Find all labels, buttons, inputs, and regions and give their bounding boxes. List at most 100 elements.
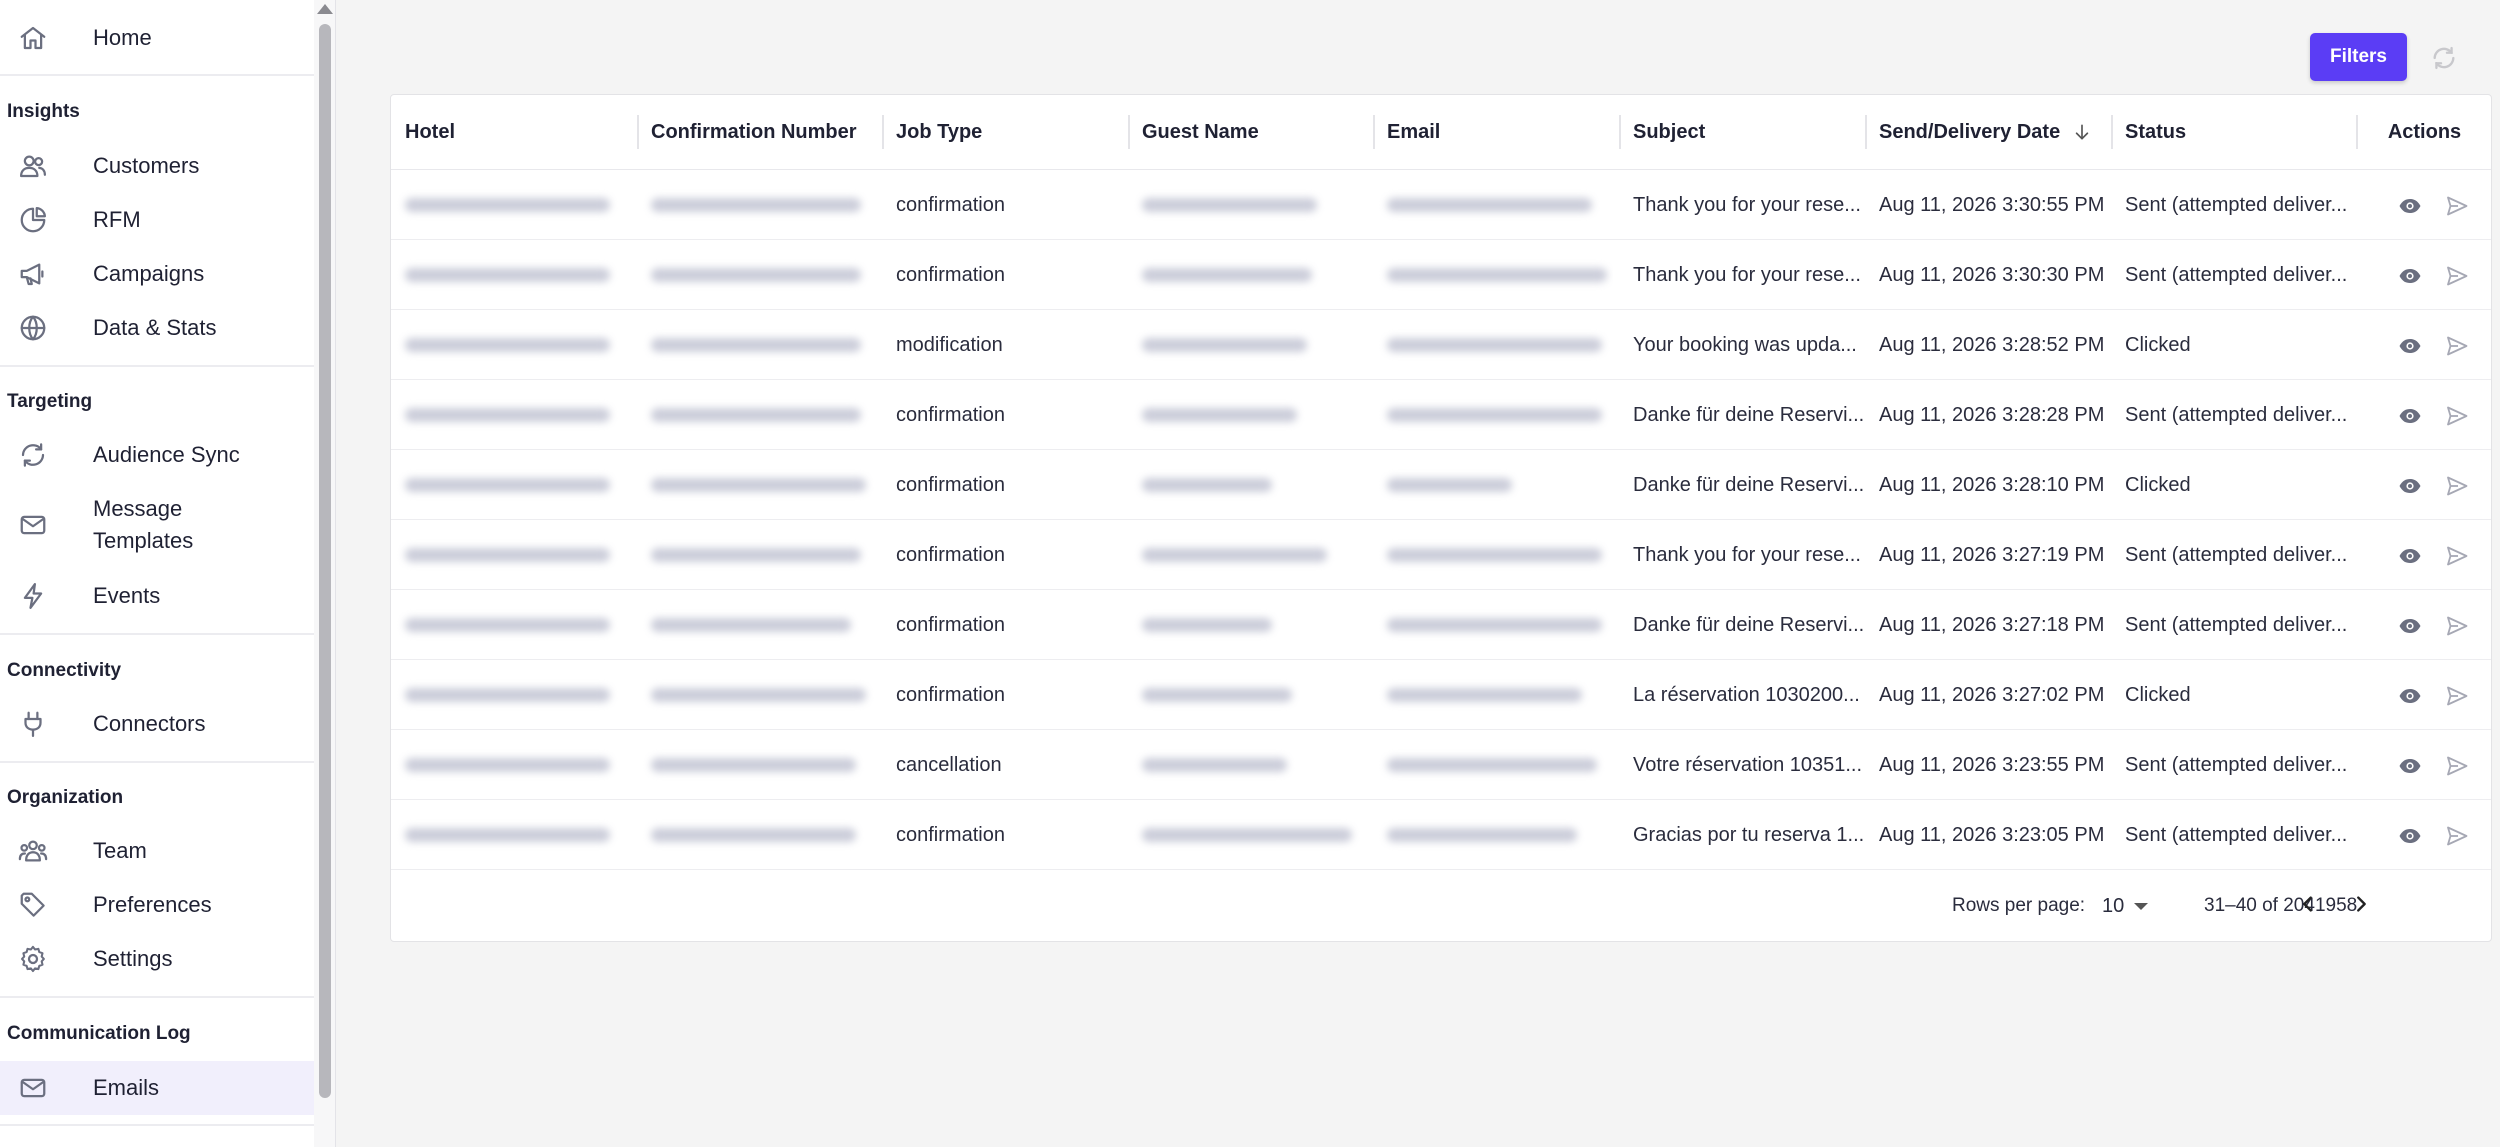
lightning-icon <box>16 579 50 613</box>
view-email-button[interactable] <box>2397 613 2423 639</box>
view-email-button[interactable] <box>2397 473 2423 499</box>
refresh-icon <box>2433 46 2455 70</box>
table-row[interactable]: confirmation Danke für deine Reservi... Au… <box>391 380 2491 450</box>
eye-icon <box>2399 689 2421 703</box>
cell-job-type: confirmation <box>882 170 1128 240</box>
cell-hotel <box>391 590 631 660</box>
redacted-text <box>1142 338 1307 352</box>
sidebar-item-audience-sync[interactable]: Audience Sync <box>0 428 314 482</box>
resend-email-button[interactable] <box>2444 263 2470 289</box>
cell-confirmation-number <box>637 380 877 450</box>
column-header-confirmation-number[interactable]: Confirmation Number <box>637 95 882 169</box>
caret-down-icon <box>2134 902 2149 910</box>
column-header-hotel[interactable]: Hotel <box>391 95 637 169</box>
eye-icon <box>2399 269 2421 283</box>
table-row[interactable]: confirmation Thank you for your rese... Au… <box>391 170 2491 240</box>
send-icon <box>2447 336 2468 356</box>
sidebar-item-settings[interactable]: Settings <box>0 932 314 986</box>
sidebar-item-label: Campaigns <box>93 261 205 286</box>
send-icon <box>2447 546 2468 566</box>
sidebar-item-preferences[interactable]: Preferences <box>0 878 314 932</box>
column-header-status[interactable]: Status <box>2111 95 2356 169</box>
cell-status: Sent (attempted deliver... <box>2111 170 2356 240</box>
resend-email-button[interactable] <box>2444 333 2470 359</box>
view-email-button[interactable] <box>2397 543 2423 569</box>
view-email-button[interactable] <box>2397 193 2423 219</box>
table-row[interactable]: confirmation Danke für deine Reservi... Au… <box>391 450 2491 520</box>
sidebar-item-label: Settings <box>93 946 173 971</box>
table-row[interactable]: confirmation Thank you for your rese... Au… <box>391 520 2491 590</box>
filters-button[interactable]: Filters <box>2310 33 2407 81</box>
cell-confirmation-number <box>637 310 877 380</box>
previous-page-button[interactable] <box>2291 887 2325 921</box>
column-header-email[interactable]: Email <box>1373 95 1619 169</box>
column-header-subject[interactable]: Subject <box>1619 95 1865 169</box>
redacted-text <box>651 618 851 632</box>
view-email-button[interactable] <box>2397 333 2423 359</box>
redacted-text <box>405 478 610 492</box>
cell-guest-name <box>1128 800 1368 870</box>
users-icon <box>16 149 50 183</box>
cell-send-delivery-date: Aug 11, 2026 3:27:02 PM <box>1865 660 2111 730</box>
next-page-button[interactable] <box>2344 887 2378 921</box>
resend-email-button[interactable] <box>2444 473 2470 499</box>
resend-email-button[interactable] <box>2444 823 2470 849</box>
resend-email-button[interactable] <box>2444 753 2470 779</box>
table-row[interactable]: modification Your booking was upda... Aug … <box>391 310 2491 380</box>
resend-email-button[interactable] <box>2444 403 2470 429</box>
column-header-guest-name[interactable]: Guest Name <box>1128 95 1373 169</box>
sidebar-item-customers[interactable]: Customers <box>0 139 314 193</box>
send-icon <box>2447 686 2468 706</box>
resend-email-button[interactable] <box>2444 613 2470 639</box>
cell-subject-text: Thank you for your rese... <box>1633 263 1861 286</box>
sidebar-item-campaigns[interactable]: Campaigns <box>0 247 314 301</box>
rows-per-page-select[interactable]: 10 <box>2102 888 2154 924</box>
cell-job-type-text: confirmation <box>896 193 1005 216</box>
sidebar-item-home[interactable]: Home <box>0 11 314 65</box>
sidebar-item-team[interactable]: Team <box>0 824 314 878</box>
chevron-left-icon <box>2303 896 2312 912</box>
table-row[interactable]: cancellation Votre réservation 10351... Au… <box>391 730 2491 800</box>
redacted-text <box>1387 688 1582 702</box>
resend-email-button[interactable] <box>2444 543 2470 569</box>
redacted-text <box>651 408 861 422</box>
cell-job-type-text: confirmation <box>896 263 1005 286</box>
eye-icon <box>2399 199 2421 213</box>
column-header-send-delivery-date[interactable]: Send/Delivery Date <box>1865 95 2111 169</box>
cell-status-text: Sent (attempted deliver... <box>2125 263 2348 286</box>
sidebar-item-emails[interactable]: Emails <box>0 1061 314 1115</box>
cell-send-delivery-date-text: Aug 11, 2026 3:30:30 PM <box>1879 263 2105 286</box>
cell-job-type: confirmation <box>882 240 1128 310</box>
sidebar-item-rfm[interactable]: RFM <box>0 193 314 247</box>
sidebar-item-connectors[interactable]: Connectors <box>0 697 314 751</box>
scroll-up-arrow-icon[interactable] <box>317 4 333 14</box>
cell-subject: Thank you for your rese... <box>1619 170 1865 240</box>
view-email-button[interactable] <box>2397 263 2423 289</box>
megaphone-icon <box>16 257 50 291</box>
cell-send-delivery-date: Aug 11, 2026 3:30:55 PM <box>1865 170 2111 240</box>
redacted-text <box>1142 688 1292 702</box>
table-row[interactable]: confirmation La réservation 1030200... Aug… <box>391 660 2491 730</box>
arrow-down-icon[interactable] <box>2072 122 2092 142</box>
view-email-button[interactable] <box>2397 823 2423 849</box>
sidebar-scrollbar-thumb[interactable] <box>319 24 331 1098</box>
resend-email-button[interactable] <box>2444 193 2470 219</box>
sidebar-item-data-stats[interactable]: Data & Stats <box>0 301 314 355</box>
cell-email <box>1373 590 1613 660</box>
refresh-button[interactable] <box>2428 42 2460 74</box>
sidebar-item-label: RFM <box>93 207 141 232</box>
cell-hotel <box>391 660 631 730</box>
resend-email-button[interactable] <box>2444 683 2470 709</box>
view-email-button[interactable] <box>2397 683 2423 709</box>
table-row[interactable]: confirmation Thank you for your rese... Au… <box>391 240 2491 310</box>
table-row[interactable]: confirmation Gracias por tu reserva 1... A… <box>391 800 2491 870</box>
cell-status: Sent (attempted deliver... <box>2111 240 2356 310</box>
sidebar-item-label: Emails <box>93 1075 160 1100</box>
redacted-text <box>405 688 610 702</box>
table-row[interactable]: confirmation Danke für deine Reservi... Au… <box>391 590 2491 660</box>
column-header-job-type[interactable]: Job Type <box>882 95 1128 169</box>
view-email-button[interactable] <box>2397 403 2423 429</box>
sidebar-item-events[interactable]: Events <box>0 569 314 623</box>
view-email-button[interactable] <box>2397 753 2423 779</box>
sidebar-item-message-templates[interactable]: Message Templates <box>0 490 314 560</box>
